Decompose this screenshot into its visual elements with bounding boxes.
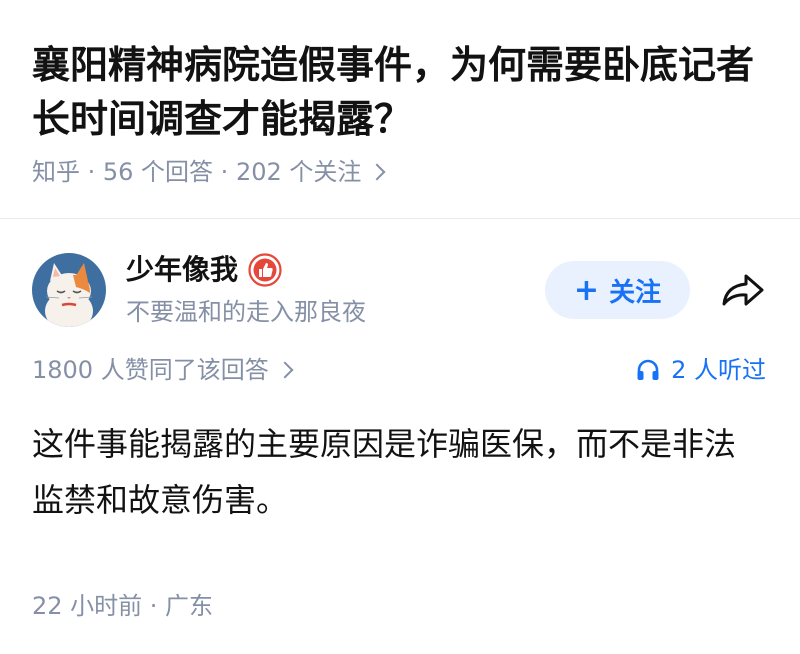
share-arrow-icon — [722, 274, 764, 306]
cat-avatar-icon — [32, 253, 106, 327]
listened-count[interactable]: 2 人听过 — [635, 352, 766, 388]
share-button[interactable] — [718, 268, 768, 314]
divider — [0, 218, 800, 219]
question-meta[interactable]: 知乎 · 56 个回答 · 202 个关注 — [32, 154, 386, 190]
plus-icon: + — [573, 272, 600, 308]
answer-content[interactable]: 这件事能揭露的主要原因是诈骗医保，而不是非法监禁和故意伤害。 — [32, 416, 762, 528]
answer-timestamp-location: 22 小时前 · 广东 — [32, 592, 214, 620]
vote-count: 1800 人赞同了该回答 — [32, 356, 269, 384]
author-name-row[interactable]: 少年像我 — [126, 250, 282, 290]
author-bio: 不要温和的走入那良夜 — [126, 298, 366, 326]
avatar[interactable] — [32, 253, 106, 327]
listened-text: 2 人听过 — [671, 356, 766, 384]
follow-label: 关注 — [609, 277, 662, 308]
vote-count-row[interactable]: 1800 人赞同了该回答 — [32, 352, 294, 388]
follow-button[interactable]: + 关注 — [545, 261, 690, 319]
question-meta-text: 知乎 · 56 个回答 · 202 个关注 — [32, 158, 362, 186]
author-name[interactable]: 少年像我 — [126, 250, 238, 290]
chevron-right-icon — [276, 361, 294, 379]
question-title[interactable]: 襄阳精神病院造假事件，为何需要卧底记者长时间调查才能揭露？ — [32, 38, 762, 146]
thumbs-up-badge-icon — [248, 253, 282, 287]
chevron-right-icon — [368, 163, 386, 181]
headphones-icon — [637, 359, 659, 380]
